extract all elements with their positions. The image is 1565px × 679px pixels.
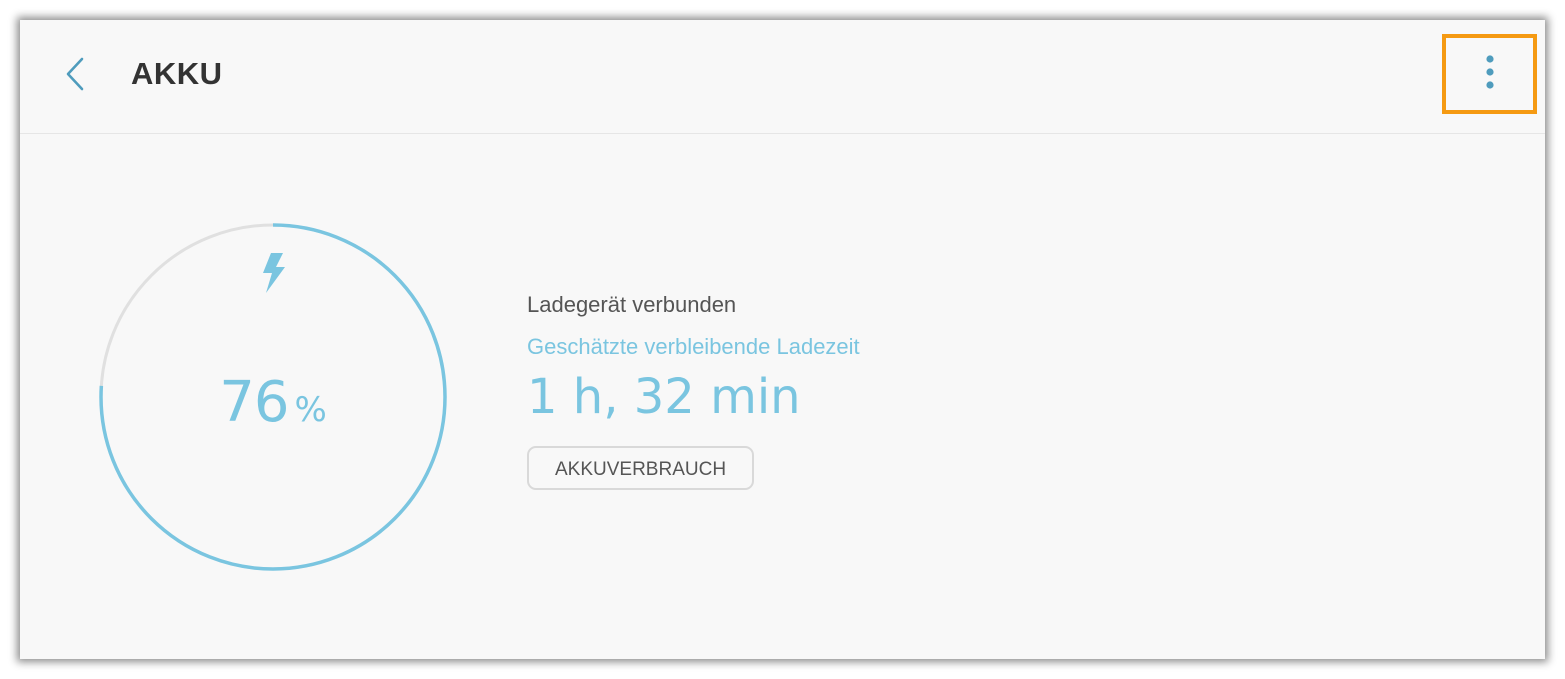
battery-percentage: 76% [98,370,448,435]
lightning-bolt-icon [258,252,288,294]
battery-level-value: 76 [219,370,289,435]
charging-info: Ladegerät verbunden Geschätzte verbleibe… [527,290,860,490]
more-vertical-icon [1485,54,1495,95]
page-title: AKKU [131,56,223,91]
back-button[interactable] [54,54,98,98]
chevron-left-icon [64,56,88,97]
battery-gauge: 76% [98,222,448,572]
battery-level-unit: % [294,390,327,430]
more-options-button[interactable] [1442,34,1537,114]
app-window: AKKU 76% Ladegerät verbunden Geschätzte … [20,20,1545,659]
app-bar: AKKU [20,20,1545,134]
charger-status: Ladegerät verbunden [527,292,737,317]
estimate-label: Geschätzte verbleibende Ladezeit [527,334,860,359]
estimate-value: 1 h, 32 min [527,369,801,425]
battery-usage-button[interactable]: AKKUVERBRAUCH [527,446,755,490]
